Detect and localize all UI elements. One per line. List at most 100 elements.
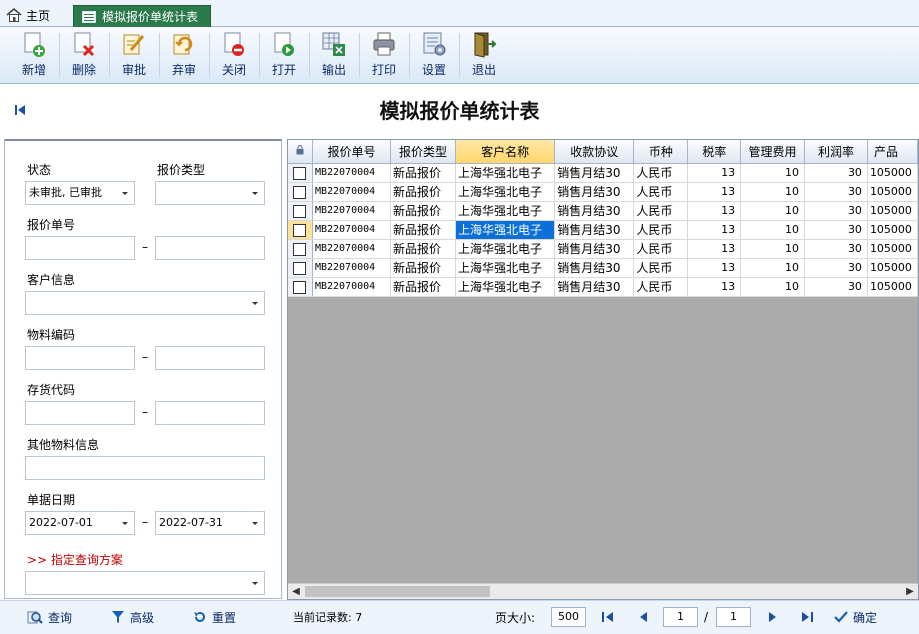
customer-select[interactable] bbox=[25, 291, 265, 315]
cell-currency[interactable]: 人民币 bbox=[633, 201, 689, 221]
table-row[interactable]: MB22070004 新品报价 上海华强北电子 销售月结30 人民币 13 10… bbox=[288, 277, 918, 297]
cell-profit-rate[interactable]: 30 bbox=[804, 182, 868, 202]
cell-currency[interactable]: 人民币 bbox=[633, 277, 689, 297]
open-button[interactable]: 打开 bbox=[259, 27, 309, 82]
cell-tax-rate[interactable]: 13 bbox=[687, 201, 742, 221]
query-scheme-select[interactable] bbox=[25, 571, 265, 595]
row-checkbox-cell[interactable] bbox=[288, 277, 313, 297]
cell-payment-terms[interactable]: 销售月结30 bbox=[554, 220, 635, 240]
cell-currency[interactable]: 人民币 bbox=[633, 220, 689, 240]
next-page-icon[interactable] bbox=[765, 610, 779, 624]
cell-customer[interactable]: 上海华强北电子 bbox=[455, 163, 556, 183]
cell-quote-no[interactable]: MB22070004 bbox=[312, 182, 391, 202]
table-row[interactable]: MB22070004 新品报价 上海华强北电子 销售月结30 人民币 13 10… bbox=[288, 163, 918, 183]
table-row[interactable]: MB22070004 新品报价 上海华强北电子 销售月结30 人民币 13 10… bbox=[288, 201, 918, 221]
cell-quote-no[interactable]: MB22070004 bbox=[312, 201, 391, 221]
cell-quote-no[interactable]: MB22070004 bbox=[312, 220, 391, 240]
cell-mgmt-fee[interactable]: 10 bbox=[740, 258, 805, 278]
material-code-from-input[interactable] bbox=[25, 346, 135, 370]
cell-payment-terms[interactable]: 销售月结30 bbox=[554, 201, 635, 221]
cell-payment-terms[interactable]: 销售月结30 bbox=[554, 182, 635, 202]
cell-quote-type[interactable]: 新品报价 bbox=[390, 239, 457, 259]
quote-type-select[interactable] bbox=[155, 181, 265, 205]
settings-button[interactable]: 设置 bbox=[409, 27, 459, 82]
other-material-input[interactable] bbox=[25, 456, 265, 480]
cell-quote-type[interactable]: 新品报价 bbox=[390, 220, 457, 240]
cell-quote-no[interactable]: MB22070004 bbox=[312, 277, 391, 297]
cell-payment-terms[interactable]: 销售月结30 bbox=[554, 258, 635, 278]
cell-currency[interactable]: 人民币 bbox=[633, 258, 689, 278]
cell-mgmt-fee[interactable]: 10 bbox=[740, 277, 805, 297]
cell-quote-type[interactable]: 新品报价 bbox=[390, 182, 457, 202]
cell-profit-rate[interactable]: 30 bbox=[804, 201, 868, 221]
approve-button[interactable]: 审批 bbox=[109, 27, 159, 82]
row-checkbox-cell[interactable] bbox=[288, 239, 313, 259]
column-header[interactable]: 报价单号 bbox=[312, 140, 391, 164]
column-header[interactable]: 收款协议 bbox=[554, 140, 635, 164]
exit-button[interactable]: 退出 bbox=[459, 27, 509, 82]
cell-product[interactable]: 105000 bbox=[867, 258, 918, 278]
cell-quote-no[interactable]: MB22070004 bbox=[312, 163, 391, 183]
cell-product[interactable]: 105000 bbox=[867, 220, 918, 240]
cell-product[interactable]: 105000 bbox=[867, 201, 918, 221]
cell-tax-rate[interactable]: 13 bbox=[687, 277, 742, 297]
material-code-to-input[interactable] bbox=[155, 346, 265, 370]
cell-currency[interactable]: 人民币 bbox=[633, 239, 689, 259]
cell-quote-no[interactable]: MB22070004 bbox=[312, 239, 391, 259]
prev-page-icon[interactable] bbox=[637, 610, 651, 624]
cell-product[interactable]: 105000 bbox=[867, 163, 918, 183]
row-checkbox-cell[interactable] bbox=[288, 258, 313, 278]
cell-currency[interactable]: 人民币 bbox=[633, 163, 689, 183]
cell-payment-terms[interactable]: 销售月结30 bbox=[554, 163, 635, 183]
cell-tax-rate[interactable]: 13 bbox=[687, 182, 742, 202]
tab-quote-statistics[interactable]: 模拟报价单统计表 bbox=[73, 5, 211, 27]
close-button[interactable]: 关闭 bbox=[209, 27, 259, 82]
chevron-down-icon[interactable] bbox=[246, 292, 264, 314]
confirm-button[interactable]: 确定 bbox=[834, 601, 877, 633]
cell-customer[interactable]: 上海华强北电子 bbox=[455, 182, 556, 202]
row-checkbox[interactable] bbox=[293, 223, 307, 237]
cell-quote-type[interactable]: 新品报价 bbox=[390, 277, 457, 297]
print-button[interactable]: 打印 bbox=[359, 27, 409, 82]
current-page-input[interactable]: 1 bbox=[663, 607, 698, 627]
date-from-picker[interactable]: 2022-07-01 bbox=[25, 511, 135, 535]
row-checkbox-cell[interactable] bbox=[288, 220, 313, 240]
cell-customer[interactable]: 上海华强北电子 bbox=[455, 258, 556, 278]
row-checkbox[interactable] bbox=[293, 204, 307, 218]
add-button[interactable]: 新增 bbox=[9, 27, 59, 82]
chevron-down-icon[interactable] bbox=[116, 512, 134, 534]
cell-payment-terms[interactable]: 销售月结30 bbox=[554, 277, 635, 297]
table-row-current[interactable]: MB22070004 新品报价 上海华强北电子 销售月结30 人民币 13 10… bbox=[288, 220, 918, 240]
row-checkbox[interactable] bbox=[293, 261, 307, 275]
cell-profit-rate[interactable]: 30 bbox=[804, 163, 868, 183]
table-row[interactable]: MB22070004 新品报价 上海华强北电子 销售月结30 人民币 13 10… bbox=[288, 258, 918, 278]
last-page-icon[interactable] bbox=[800, 610, 814, 624]
stock-code-from-input[interactable] bbox=[25, 401, 135, 425]
cell-quote-type[interactable]: 新品报价 bbox=[390, 258, 457, 278]
chevron-down-icon[interactable] bbox=[116, 182, 134, 204]
row-checkbox-cell[interactable] bbox=[288, 182, 313, 202]
cell-mgmt-fee[interactable]: 10 bbox=[740, 220, 805, 240]
first-page-icon[interactable] bbox=[601, 610, 615, 624]
cell-profit-rate[interactable]: 30 bbox=[804, 258, 868, 278]
cell-currency[interactable]: 人民币 bbox=[633, 182, 689, 202]
row-checkbox-cell[interactable] bbox=[288, 201, 313, 221]
query-button[interactable]: 查询 bbox=[27, 601, 72, 633]
advanced-button[interactable]: 高级 bbox=[111, 601, 154, 633]
cell-payment-terms[interactable]: 销售月结30 bbox=[554, 239, 635, 259]
tab-home[interactable]: 主页 bbox=[6, 5, 50, 25]
cell-profit-rate[interactable]: 30 bbox=[804, 239, 868, 259]
cell-customer-selected[interactable]: 上海华强北电子 bbox=[455, 220, 556, 240]
column-header-selected[interactable]: 客户名称 bbox=[455, 140, 556, 164]
cell-profit-rate[interactable]: 30 bbox=[804, 220, 868, 240]
cell-tax-rate[interactable]: 13 bbox=[687, 258, 742, 278]
row-checkbox[interactable] bbox=[293, 280, 307, 294]
cell-quote-no[interactable]: MB22070004 bbox=[312, 258, 391, 278]
scrollbar-thumb[interactable] bbox=[305, 586, 490, 597]
column-header[interactable]: 管理费用 bbox=[740, 140, 805, 164]
export-button[interactable]: 输出 bbox=[309, 27, 359, 82]
horizontal-scrollbar[interactable]: ◀ ▶ bbox=[288, 583, 918, 599]
cell-product[interactable]: 105000 bbox=[867, 239, 918, 259]
query-scheme-link[interactable]: >> 指定查询方案 bbox=[27, 551, 123, 568]
cell-customer[interactable]: 上海华强北电子 bbox=[455, 239, 556, 259]
